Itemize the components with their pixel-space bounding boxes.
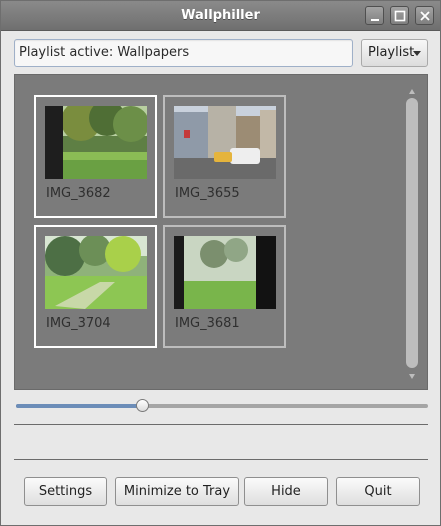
- thumbnail-item[interactable]: IMG_3655: [163, 95, 286, 218]
- playlist-button-label: Playlist: [368, 45, 415, 60]
- maximize-window-button[interactable]: [390, 6, 409, 25]
- wallpaper-thumbnail-image: [174, 236, 276, 309]
- thumbnail-label: IMG_3704: [46, 316, 111, 331]
- thumbnail-item[interactable]: IMG_3682: [34, 95, 157, 218]
- thumbnail-item[interactable]: IMG_3704: [34, 225, 157, 348]
- titlebar[interactable]: Wallphiller: [1, 1, 440, 31]
- settings-button[interactable]: Settings: [24, 477, 107, 506]
- wallpaper-thumbnail-image: [45, 106, 147, 179]
- thumbnail-label: IMG_3655: [175, 186, 240, 201]
- wallpaper-thumbnail-image: [45, 236, 147, 309]
- thumbnail-label: IMG_3682: [46, 186, 111, 201]
- scroll-down-icon[interactable]: [409, 374, 415, 379]
- thumbnail-item[interactable]: IMG_3681: [163, 225, 286, 348]
- scroll-up-icon[interactable]: [409, 89, 415, 94]
- separator: [14, 459, 428, 460]
- wallpaper-thumbnail-grid[interactable]: IMG_3682 IMG_3655 IMG_3704 IMG_3681: [14, 74, 428, 390]
- quit-button[interactable]: Quit: [336, 477, 420, 506]
- close-icon: [420, 11, 430, 21]
- separator: [14, 424, 428, 425]
- thumbnail-label: IMG_3681: [175, 316, 240, 331]
- interval-slider[interactable]: [16, 399, 428, 413]
- hide-button[interactable]: Hide: [244, 477, 328, 506]
- main-window: Wallphiller Playlist active: Wallpapers …: [0, 0, 441, 526]
- playlist-status-field[interactable]: Playlist active: Wallpapers: [14, 39, 353, 67]
- thumbnail-scrollbar[interactable]: [404, 89, 420, 379]
- chevron-down-icon: [413, 51, 421, 56]
- slider-fill: [16, 404, 142, 408]
- minimize-to-tray-button[interactable]: Minimize to Tray: [115, 477, 239, 506]
- slider-handle[interactable]: [136, 399, 149, 412]
- minimize-icon: [371, 19, 379, 21]
- close-window-button[interactable]: [415, 6, 434, 25]
- minimize-window-button[interactable]: [365, 6, 384, 25]
- scrollbar-thumb[interactable]: [406, 98, 418, 368]
- playlist-dropdown-button[interactable]: Playlist: [361, 39, 428, 67]
- wallpaper-thumbnail-image: [174, 106, 276, 179]
- maximize-icon: [394, 10, 406, 22]
